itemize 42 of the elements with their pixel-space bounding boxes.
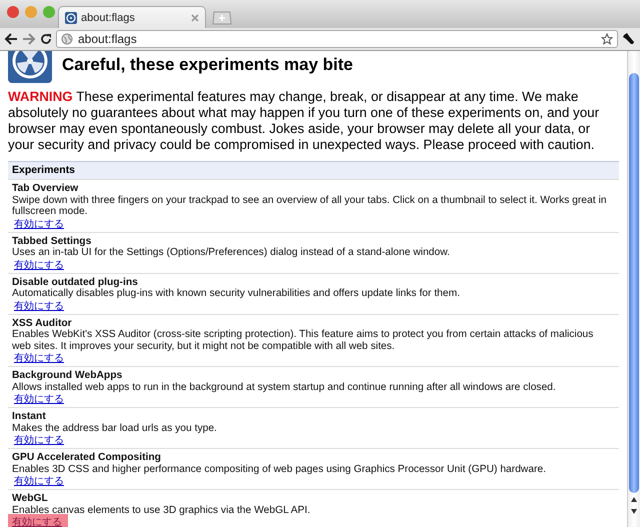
enable-link[interactable]: 有効にする	[12, 300, 66, 312]
experiment-description: Uses an in-tab UI for the Settings (Options/Preferences) dialog instead of a stand-alone window.	[12, 247, 451, 258]
experiment-description: Automatically disables plug-ins with known security vulnerabilities and offers update links for them.	[12, 288, 461, 300]
page-title: Careful, these experiments may bite	[62, 55, 354, 75]
experiment-description: Makes the address bar load urls as you type.	[12, 422, 218, 434]
globe-icon	[61, 33, 73, 45]
enable-link[interactable]: 有効にする	[12, 475, 66, 488]
experiment-description: Enables WebKit's XSS Auditor (cross-site scripting protection). This feature aims to protect you from certain attacks of malicious web sites. It improves your security, but it might not be compatible with all web sites.	[12, 329, 594, 352]
experiment-name: Instant	[12, 411, 47, 422]
warning-text: WARNING These experimental features may change, break, or disappear at any time. We make absolutely no guarantees about what may happen if you turn one of these experiments on, and your browser may even spontaneously combust. Jokes aside, your browser may delete all your data, or your security and privacy could be compromised in unexpected ways. Please proceed with caution.	[8, 89, 600, 153]
close-icon[interactable]	[191, 14, 199, 22]
experiment-description: Enables canvas elements to use 3D graphics via the WebGL API.	[12, 504, 312, 516]
experiment-name: Background WebApps	[12, 370, 124, 382]
close-window-button[interactable]	[7, 6, 19, 18]
star-icon[interactable]	[601, 33, 613, 45]
tab-title: about:flags	[81, 12, 136, 24]
address-bar[interactable]: about:flags	[56, 30, 618, 48]
enable-link[interactable]: 有効にする	[12, 218, 66, 230]
experiment-name: Disable outdated plug-ins	[12, 276, 139, 288]
scroll-up-arrow-icon[interactable]	[631, 496, 637, 502]
enable-link[interactable]: 有効にする	[12, 393, 66, 406]
enable-link[interactable]: 有効にする	[8, 514, 68, 527]
scrollbar[interactable]	[627, 51, 640, 527]
back-arrow-icon[interactable]	[4, 33, 18, 45]
experiment-name: Tabbed Settings	[12, 236, 92, 247]
scrollbar-thumb[interactable]	[629, 73, 639, 493]
experiment-description: Enables 3D CSS and higher performance compositing of web pages using Graphics Processor Unit (GPU) hardware.	[12, 464, 547, 475]
section-title: Experiments	[8, 162, 619, 179]
enable-link[interactable]: 有効にする	[12, 258, 66, 272]
experiment-name: XSS Auditor	[12, 318, 73, 329]
experiment-name: WebGL	[12, 493, 49, 504]
reload-icon[interactable]	[40, 33, 52, 45]
experiment-name: Tab Overview	[12, 183, 80, 194]
new-tab-button[interactable]	[212, 11, 232, 25]
experiment-description: Allows installed web apps to run in the background at system startup and continue running after all windows are closed.	[12, 382, 557, 393]
experiment-description: Swipe down with three fingers on your trackpad to see an overview of all your tabs. Click on a thumbnail to select it. Works great in fullscreen mode.	[12, 194, 608, 218]
enable-link[interactable]: 有効にする	[12, 352, 66, 365]
scroll-down-arrow-icon[interactable]	[631, 508, 637, 514]
enable-link[interactable]: 有効にする	[12, 434, 66, 447]
browser-tab[interactable]: about:flags	[58, 6, 206, 28]
experiment-name: GPU Accelerated Compositing	[12, 452, 162, 464]
zoom-window-button[interactable]	[43, 6, 55, 18]
